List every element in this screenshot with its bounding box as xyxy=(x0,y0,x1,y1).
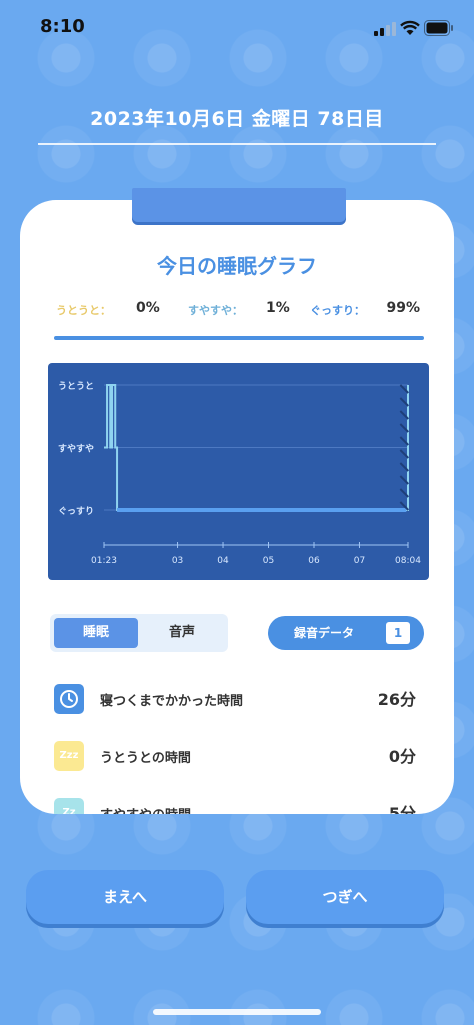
next-button[interactable]: つぎへ xyxy=(246,870,444,924)
zzz-icon: Zzz xyxy=(54,741,84,771)
sleep-ratio-row: うとうと： 0% すやすや： 1% ぐっすり： 99% xyxy=(56,300,420,324)
y-level-label: うとうと xyxy=(58,381,94,392)
y-level-label: ぐっすり xyxy=(58,506,94,517)
ratio-value-gussuri: 99% xyxy=(386,300,420,316)
stat-label: 寝つくまでかかった時間 xyxy=(100,694,244,709)
date-header: 2023年10月6日 金曜日 78日目 xyxy=(90,108,384,130)
stat-label: うとうとの時間 xyxy=(100,751,191,766)
stat-label: すやすやの時間 xyxy=(100,804,191,814)
home-indicator[interactable] xyxy=(153,1009,321,1015)
stat-value: 0分 xyxy=(388,747,416,766)
sleep-chart: うとうとすやすやぐっすり 01:23 03 04 05 06 07 08:04 xyxy=(48,363,429,580)
sleep-card: 今日の睡眠グラフ うとうと： 0% すやすや： 1% ぐっすり： 99% うとう… xyxy=(20,200,454,814)
stat-row-sleep-latency: 寝つくまでかかった時間 26分 xyxy=(54,684,420,716)
x-tick-label: 03 xyxy=(172,556,183,566)
recording-data-button[interactable]: 録音データ 1 xyxy=(268,616,424,650)
stat-value: 26分 xyxy=(377,690,416,709)
ratio-label-suyasuya: すやすや： xyxy=(188,304,243,317)
x-tick-label: 07 xyxy=(354,556,365,566)
tab-sleep[interactable]: 睡眠 xyxy=(54,618,138,648)
signal-icon xyxy=(374,22,396,36)
x-tick-label: 06 xyxy=(308,556,320,566)
status-time: 8:10 xyxy=(40,16,85,37)
sleep-chart-svg: うとうとすやすやぐっすり 01:23 03 04 05 06 07 08:04 xyxy=(58,381,421,566)
status-bar: 8:10 xyxy=(0,0,474,56)
x-tick-label: 01:23 xyxy=(91,556,117,566)
ratio-label-gussuri: ぐっすり： xyxy=(310,304,365,317)
card-title: 今日の睡眠グラフ xyxy=(157,254,317,278)
clipboard-clip xyxy=(132,188,346,222)
ratio-value-utouto: 0% xyxy=(136,300,160,316)
stat-row-suyasuya: Zz すやすやの時間 5分 xyxy=(54,798,420,814)
clock-icon xyxy=(54,684,84,714)
battery-icon xyxy=(424,20,453,36)
prev-button[interactable]: まえへ xyxy=(26,870,224,924)
wifi-icon xyxy=(400,20,420,35)
stat-value: 5分 xyxy=(388,804,416,814)
ratio-label-utouto: うとうと： xyxy=(56,304,111,317)
x-tick-label: 08:04 xyxy=(395,556,421,566)
ratio-bar xyxy=(54,336,424,340)
x-tick-label: 04 xyxy=(217,556,229,566)
y-level-label: すやすや xyxy=(58,444,94,455)
tab-audio[interactable]: 音声 xyxy=(140,618,224,648)
ratio-value-suyasuya: 1% xyxy=(266,300,290,316)
recording-count-badge: 1 xyxy=(386,622,410,644)
view-toggle: 睡眠 音声 xyxy=(50,614,228,652)
header-divider xyxy=(38,143,436,145)
deep-sleep-band xyxy=(117,508,407,512)
recording-label: 録音データ xyxy=(294,626,355,640)
stat-row-utouto: Zzz うとうとの時間 0分 xyxy=(54,741,420,773)
x-tick-label: 05 xyxy=(263,556,274,566)
zzz-icon: Zz xyxy=(54,798,84,814)
